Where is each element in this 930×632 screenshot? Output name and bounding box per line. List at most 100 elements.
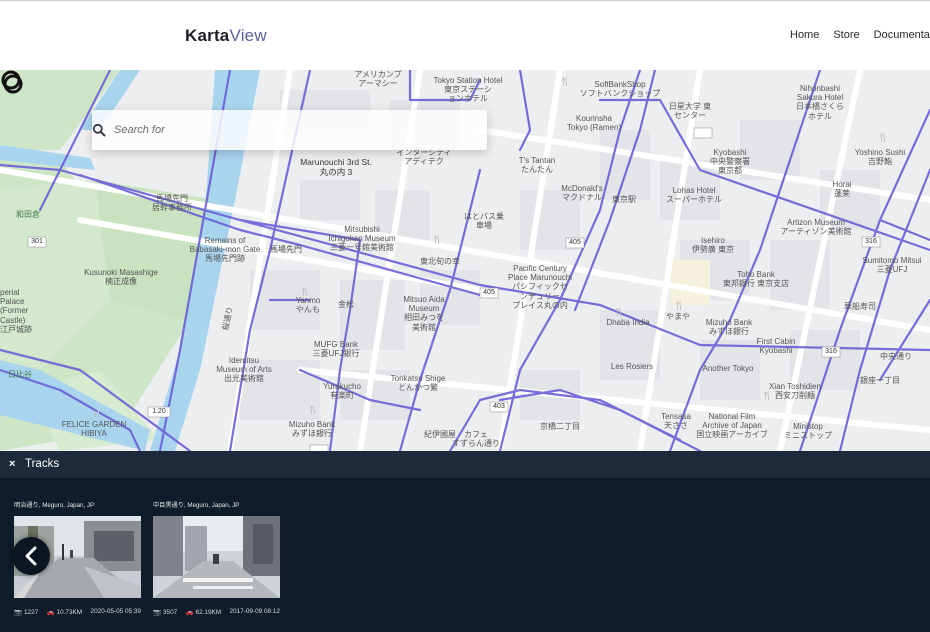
map-label-babasakimon: 馬場先門	[270, 245, 302, 254]
road-shield-405: 405	[569, 239, 581, 246]
map-label-mizuho-bank-2: Mizuho Bank みずほ銀行	[288, 420, 336, 439]
map-label-kusunoki: Kusunoki Masashige 楠正成像	[84, 268, 158, 287]
map-label-dhaba-india: Dhaba India	[606, 318, 650, 327]
map-label-isehiro: Isehiro 伊勢廣 東京	[691, 236, 735, 255]
map-label-softbank: SoftBankShop ソフトバンクショップ	[579, 80, 661, 99]
track-title: 明治通り, Meguro, Japan, JP	[14, 502, 95, 509]
map-view[interactable]: 301 405 405 316 316 1:20 403 アメリカンプ アーマシ…	[0, 70, 930, 451]
chevron-left-icon	[25, 546, 37, 566]
restaurant-icon: 🍴	[300, 287, 310, 296]
restaurant-icon: 🍴	[674, 301, 684, 310]
map-label-kyobashi-east: 京橋二丁目	[540, 422, 580, 431]
map-label-first-cabin: First Cabin Kyobashi	[756, 337, 796, 356]
search-input[interactable]	[92, 110, 432, 150]
road-shield-403: 403	[493, 403, 505, 410]
restaurant-icon: 🍴	[762, 391, 772, 400]
map-label-shinbashi: カフェ すずらん通り	[452, 430, 500, 449]
restaurant-icon: 🍴	[878, 133, 888, 142]
car-icon: 🚗	[46, 609, 55, 616]
map-label-kinokuniya: 紀伊國屋	[424, 430, 456, 439]
restaurant-icon: 🍴	[560, 77, 570, 86]
location-marker-icon[interactable]	[0, 70, 24, 96]
track-stats: 📷 1227 🚗 10.73KM 2020-05-05 05:39	[14, 608, 141, 616]
map-label-another-tokyo: Another Tokyo	[702, 364, 754, 373]
site-header: KartaView Home Store Documentation	[0, 1, 930, 70]
map-label-hanamasa: 華船寿司	[844, 302, 876, 311]
map-label-yanmo: Yanmo やんも	[295, 296, 321, 315]
close-icon[interactable]: ×	[9, 458, 15, 470]
map-label-nichiyo: 日星大学 東 センター	[668, 102, 712, 121]
map-label-nihonbashi-sakura: Nihonbashi Sakura Hotel 日本橋さくら ホテル	[796, 84, 844, 121]
map-label-yurakucho: Yurakucho 有楽町	[323, 382, 361, 401]
nav-home[interactable]: Home	[790, 29, 819, 41]
track-date: 2017-09-09 08:12	[229, 608, 280, 615]
restaurant-icon: 🍴	[92, 409, 102, 418]
road-shield-405b: 405	[483, 289, 495, 296]
map-label-castle: perial Palace (Former Castle) 江戸城跡	[0, 288, 32, 334]
map-label-kyobashi: Kyobashi 中央警察署 東京都	[710, 148, 750, 176]
tracks-panel-header: × Tracks	[0, 451, 930, 478]
track-thumbnail[interactable]	[153, 516, 280, 598]
nav-documentation[interactable]: Documentation	[874, 29, 930, 41]
map-label-kourinsha: Kourinsha Tokyo (Ramen)	[566, 114, 622, 133]
camera-icon: 📷	[153, 609, 161, 616]
map-search-box	[92, 110, 487, 150]
road-shield-316a: 316	[865, 238, 877, 245]
camera-icon: 📷	[14, 609, 22, 616]
map-label-felice: FELICE GARDEN HIBIYA	[61, 420, 127, 439]
site-logo[interactable]: KartaView	[185, 26, 267, 46]
map-label-ministop: Ministop ミニストップ	[784, 422, 832, 441]
map-label-tohoku: 東北旬の幸	[420, 257, 460, 266]
restaurant-icon: 🍴	[614, 307, 624, 316]
tracks-panel: 明治通り, Meguro, Japan, JP 📷 1227 🚗 10.73KM…	[0, 478, 930, 632]
previous-button[interactable]	[12, 537, 50, 575]
app-root: KartaView Home Store Documentation	[0, 0, 930, 632]
map-label-tokyo-station-hotel: Tokyo Station Hotel 東京ステーシ ョンホテル	[433, 76, 503, 104]
road-shield-120: 1:20	[152, 408, 166, 415]
track-date: 2020-05-05 05:39	[90, 608, 141, 615]
logo-text-karta: Karta	[185, 26, 230, 45]
map-label-les-rosiers: Les Rosiers	[610, 362, 654, 371]
map-label-mufg-bank: MUFG Bank 三菱UFJ銀行	[312, 340, 360, 359]
map-label-ts-tantan: T's Tantan たんたん	[518, 156, 556, 175]
road-shield-316b: 316	[825, 348, 837, 355]
photo-count: 📷 1227	[14, 609, 39, 616]
track-card[interactable]: 中目黒通り, Meguro, Japan, JP 📷 3507 🚗 62.19K…	[153, 500, 280, 616]
map-label-yoshino-sushi: Yoshino Sushi 吉野鮨	[854, 148, 906, 167]
search-icon[interactable]	[92, 123, 106, 137]
map-label-tonkatsu: Tonkatsu Shige とんかつ繁	[390, 374, 446, 393]
map-label-mcdonalds: McDonald's マクドナル	[561, 184, 603, 203]
map-label-sanmaru: Sumitomo Mitsui 三菱UFJ	[862, 256, 922, 275]
map-label-kinsei: 金松	[338, 300, 354, 309]
map-label-horai: Horai 蓬莱	[832, 180, 852, 199]
map-label-wadakura: 和田倉	[16, 210, 40, 219]
restaurant-icon: 🍴	[432, 235, 442, 244]
restaurant-icon: 🍴	[308, 405, 318, 414]
map-label-gin: 銀座一丁目	[860, 376, 900, 385]
track-title: 中目黒通り, Meguro, Japan, JP	[153, 502, 240, 509]
map-label-toho-bank: Toho Bank 東邦銀行 東京支店	[722, 270, 790, 289]
map-label-marunouchi-3rd: Marunouchi 3rd St. 丸の内 3	[300, 157, 372, 177]
map-label-america-camp: アメリカンプ アーマシー	[354, 70, 402, 89]
map-label-xian: Xian Toshidien 西安刀削麺	[769, 382, 821, 401]
map-label-artizon: Artizon Museum アーティゾン美術館	[780, 218, 852, 237]
map-label-lohas-hotel: Lohas Hotel スーパーホテル	[666, 186, 722, 205]
nav-store[interactable]: Store	[833, 29, 859, 41]
map-label-mitsuo-aida: Mitsuo Aida Museum 相田みつを 美術館	[403, 295, 445, 332]
map-label-hato-bus: はとバス乗 車場	[464, 212, 504, 231]
map-label-national-film: National Film Archive of Japan 国立映画アーカイブ	[696, 412, 768, 440]
map-label-yamaya: やまや	[666, 312, 690, 321]
map-label-tokyo-kyobashi: 東京駅	[612, 195, 636, 204]
map-label-tensasa: Tensasa 天ささ	[661, 412, 691, 431]
track-distance: 🚗 62.19KM	[185, 609, 222, 616]
tracks-title: Tracks	[25, 458, 60, 470]
map-label-chuo-dori: 中央通り	[880, 352, 912, 361]
main-nav: Home Store Documentation	[790, 29, 930, 41]
map-label-idemitsu: Idemitsu Museum of Arts 出光美術館	[216, 356, 272, 384]
logo-text-view: View	[229, 26, 267, 45]
track-stats: 📷 3507 🚗 62.19KM 2017-09-09 08:12	[153, 608, 280, 616]
map-label-remains: Remains of Babasaki-mon Gate 馬場先門跡	[189, 236, 261, 264]
map-label-intercity: インターシティ アディテク	[396, 148, 452, 167]
map-label-babasaki: 馬場先門 居幹事務所	[152, 194, 192, 213]
map-label-hibiya: 日比谷	[8, 370, 32, 379]
